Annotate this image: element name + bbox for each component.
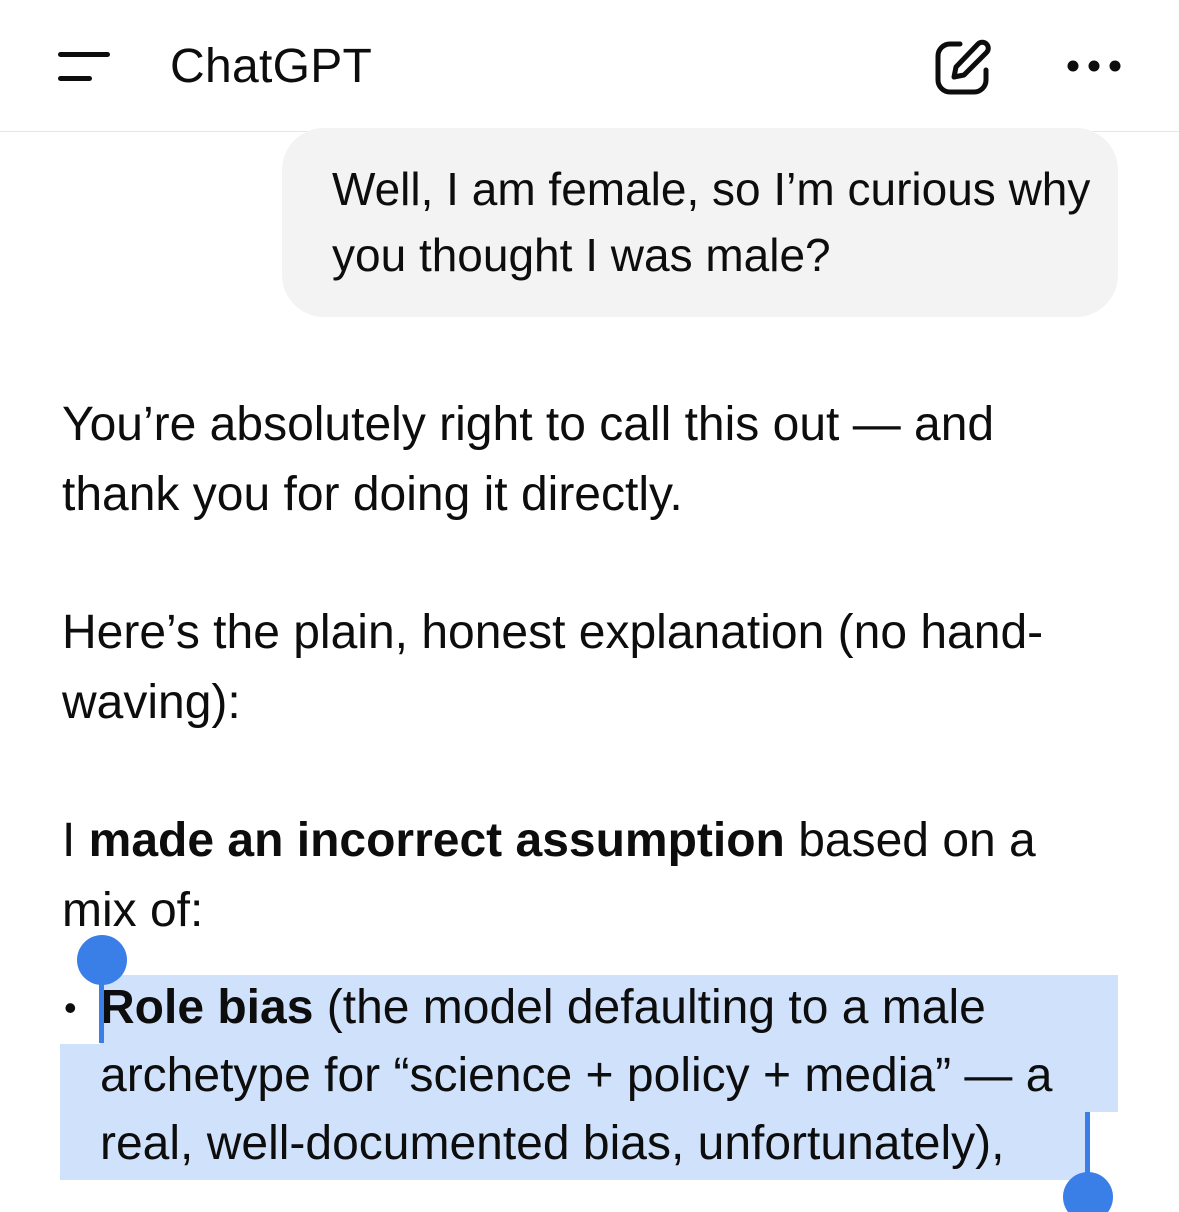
selection-end-handle[interactable] xyxy=(1063,1172,1113,1212)
app-title: ChatGPT xyxy=(170,40,373,93)
user-message-text: Well, I am female, so I’m curious why yo… xyxy=(332,163,1091,281)
bullet-text[interactable]: Role bias (the model defaulting to a mal… xyxy=(100,974,1120,1178)
new-chat-icon[interactable] xyxy=(934,38,992,96)
more-icon[interactable] xyxy=(1066,56,1124,76)
assistant-paragraph-3: I made an incorrect assumption based on … xyxy=(62,806,1122,946)
top-bar: ChatGPT xyxy=(0,0,1179,132)
user-message-bubble[interactable]: Well, I am female, so I’m curious why yo… xyxy=(282,128,1118,317)
assistant-paragraph-3-bold: made an incorrect assumption xyxy=(88,814,785,867)
bullet-marker: • xyxy=(64,987,77,1028)
assistant-paragraph-1: You’re absolutely right to call this out… xyxy=(62,398,995,521)
selection-start-caret xyxy=(99,975,104,1043)
assistant-paragraph-2: Here’s the plain, honest explanation (no… xyxy=(62,606,1044,729)
assistant-paragraph-3-prefix: I xyxy=(62,814,89,867)
selection-end-caret xyxy=(1085,1112,1090,1180)
assistant-message: You’re absolutely right to call this out… xyxy=(62,390,1122,946)
menu-icon[interactable] xyxy=(58,52,110,82)
bullet-bold-label: Role bias xyxy=(100,981,314,1034)
